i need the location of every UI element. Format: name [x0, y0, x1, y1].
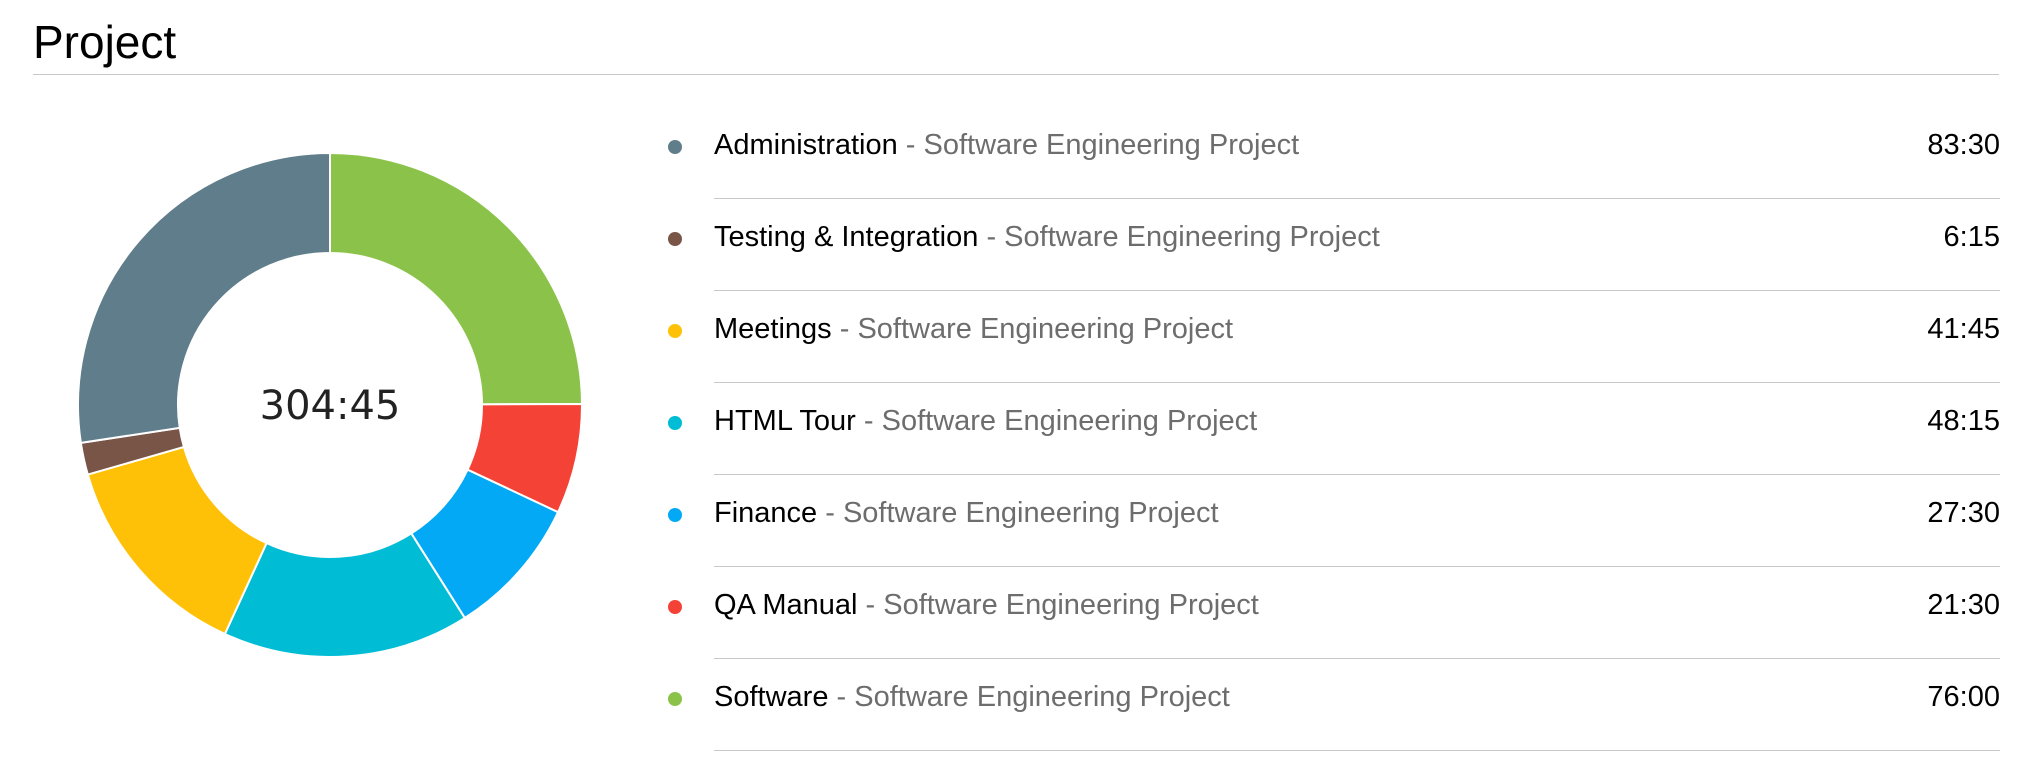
page-header: Project [33, 14, 1999, 75]
legend-value: 27:30 [1927, 497, 2000, 529]
legend-dot [668, 232, 682, 246]
donut-slice-software[interactable] [329, 151, 584, 406]
legend-separator: - [897, 129, 924, 161]
legend-item-meetings[interactable]: Meetings - Software Engineering Project … [660, 291, 2000, 383]
legend-item-software[interactable]: Software - Software Engineering Project … [660, 659, 2000, 751]
legend-name: Meetings [714, 313, 832, 345]
legend-item-qa-manual[interactable]: QA Manual - Software Engineering Project… [660, 567, 2000, 659]
legend-text: Testing & Integration - Software Enginee… [714, 219, 1380, 255]
donut-chart: 304:45 [60, 135, 600, 675]
legend-separator: - [855, 405, 882, 437]
legend-item-html-tour[interactable]: HTML Tour - Software Engineering Project… [660, 383, 2000, 475]
legend-separator: - [817, 497, 843, 529]
legend-name: HTML Tour [714, 405, 856, 437]
legend-text: Finance - Software Engineering Project [714, 495, 1219, 531]
legend-project: Software Engineering Project [854, 681, 1230, 713]
legend-project: Software Engineering Project [883, 589, 1259, 621]
legend-project: Software Engineering Project [842, 497, 1219, 529]
page-title: Project [33, 16, 177, 68]
legend-name: QA Manual [714, 589, 858, 621]
legend-dot [668, 140, 682, 154]
legend: Administration - Software Engineering Pr… [660, 107, 2000, 751]
legend-dot [668, 508, 682, 522]
legend-project: Software Engineering Project [881, 405, 1258, 437]
legend-name: Administration [714, 129, 898, 161]
legend-separator: - [857, 589, 884, 621]
legend-project: Software Engineering Project [1004, 221, 1380, 253]
legend-value: 6:15 [1943, 221, 2000, 253]
legend-text: QA Manual - Software Engineering Project [714, 587, 1259, 623]
legend-dot [668, 600, 682, 614]
legend-value: 48:15 [1927, 405, 2000, 437]
legend-project: Software Engineering Project [857, 313, 1234, 345]
legend-text: Software - Software Engineering Project [714, 679, 1230, 715]
legend-separator: - [828, 681, 855, 713]
legend-item-administration[interactable]: Administration - Software Engineering Pr… [660, 107, 2000, 199]
legend-item-testing-integration[interactable]: Testing & Integration - Software Enginee… [660, 199, 2000, 291]
legend-value: 21:30 [1927, 589, 2000, 621]
legend-name: Software [714, 681, 829, 713]
legend-value: 76:00 [1927, 681, 2000, 713]
legend-separator: - [831, 313, 858, 345]
legend-name: Testing & Integration [714, 221, 979, 253]
legend-text: Administration - Software Engineering Pr… [714, 127, 1299, 163]
legend-value: 41:45 [1927, 313, 2000, 345]
legend-text: Meetings - Software Engineering Project [714, 311, 1233, 347]
legend-value: 83:30 [1927, 129, 2000, 161]
legend-dot [668, 416, 682, 430]
project-report: Project 304:45 Administration - Software… [0, 0, 2032, 778]
legend-project: Software Engineering Project [923, 129, 1300, 161]
legend-name: Finance [714, 497, 818, 529]
divider [714, 750, 2000, 751]
legend-dot [668, 692, 682, 706]
donut-center-total: 304:45 [260, 383, 401, 429]
legend-text: HTML Tour - Software Engineering Project [714, 403, 1257, 439]
legend-dot [668, 324, 682, 338]
donut-chart-svg: 304:45 [77, 151, 584, 658]
legend-item-finance[interactable]: Finance - Software Engineering Project 2… [660, 475, 2000, 567]
legend-separator: - [978, 221, 1005, 253]
